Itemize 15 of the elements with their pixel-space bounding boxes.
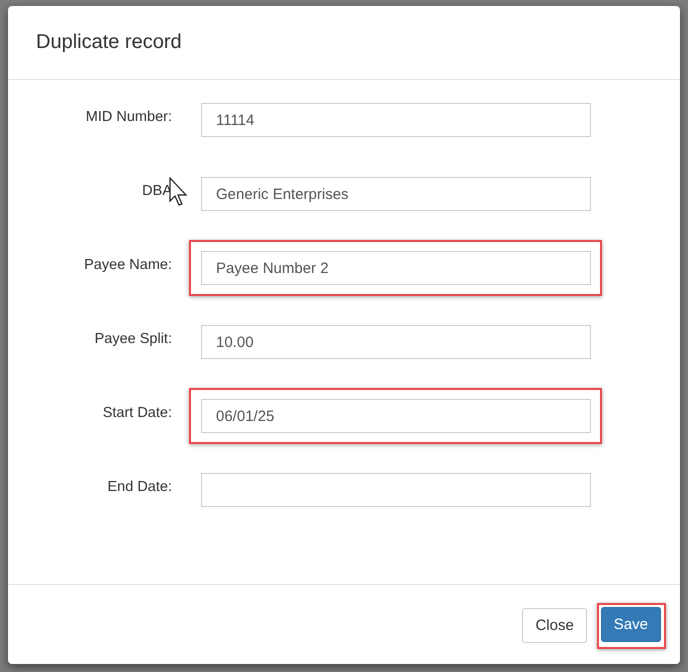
input-field[interactable]: 06/01/25 bbox=[201, 399, 591, 433]
field-label: End Date: bbox=[106, 478, 172, 495]
save-button[interactable]: Save bbox=[600, 606, 661, 642]
mouse-pointer-icon bbox=[169, 177, 189, 206]
field-label: Payee Split: bbox=[94, 330, 172, 347]
field-label: MID Number: bbox=[84, 108, 172, 125]
input-field[interactable]: Generic Enterprises bbox=[201, 177, 591, 211]
dialog-title: Duplicate record bbox=[36, 31, 182, 54]
input-field[interactable]: Payee Number 2 bbox=[201, 251, 591, 285]
input-field[interactable]: 11114 bbox=[201, 103, 591, 137]
field-label: Payee Name: bbox=[83, 256, 172, 273]
close-button[interactable]: Close bbox=[522, 608, 587, 643]
input-field[interactable]: 10.00 bbox=[201, 325, 591, 359]
field-label: Start Date: bbox=[102, 404, 172, 421]
input-field[interactable] bbox=[201, 473, 591, 507]
